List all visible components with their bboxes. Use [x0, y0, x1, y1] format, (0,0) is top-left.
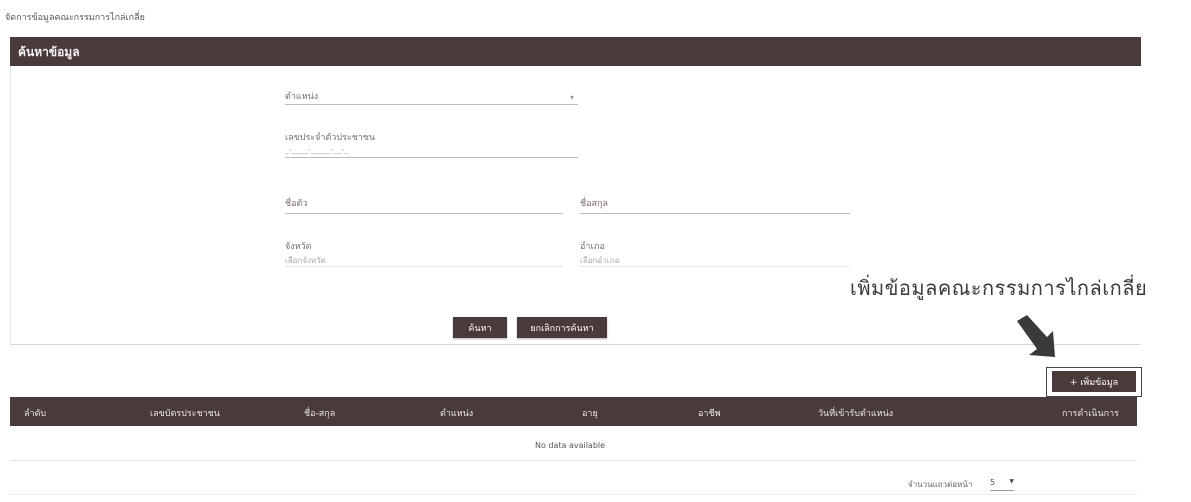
breadcrumb: จัดการข้อมูลคณะกรรมการไกล่เกลี่ย [5, 13, 145, 23]
annotation-text: เพิ่มข้อมูลคณะกรรมการไกล่เกลี่ย [850, 276, 1148, 300]
firstname-label: ชื่อตัว [285, 199, 308, 209]
position-select-underline [285, 104, 578, 105]
column-header-order: ลำดับ [24, 409, 47, 419]
chevron-down-icon: ▾ [569, 93, 574, 102]
arrow-down-right-icon [1017, 315, 1055, 357]
column-header-occupation: อาชีพ [698, 409, 721, 419]
column-header-start-date: วันที่เข้ารับตำแหน่ง [818, 409, 894, 419]
national-id-underline [285, 157, 578, 158]
table-divider [10, 460, 1137, 461]
district-select[interactable]: อำเภอ เลือกอำเภอ [580, 239, 850, 267]
cancel-search-button[interactable]: ยกเลิกการค้นหา [517, 317, 607, 338]
add-data-button[interactable]: + เพิ่มข้อมูล [1052, 371, 1136, 392]
search-panel-header: ค้นหาข้อมูล [10, 37, 1141, 66]
district-underline [580, 266, 850, 267]
column-header-national-id: เลขบัตรประชาชน [150, 409, 220, 419]
lastname-underline [580, 213, 850, 214]
district-label: อำเภอ [580, 242, 605, 252]
table-empty-message: No data available [534, 441, 606, 450]
rows-per-page-label: จำนวนแถวต่อหน้า [908, 480, 973, 489]
national-id-label: เลขประจำตัวประชาชน [285, 133, 376, 143]
search-button[interactable]: ค้นหา [453, 317, 507, 338]
province-label: จังหวัด [285, 242, 312, 252]
national-id-field[interactable]: เลขประจำตัวประชาชน _-____-_____-__-_ [285, 130, 578, 158]
national-id-placeholder: _-____-_____-__-_ [285, 145, 349, 154]
position-select-label: ตำแหน่ง [285, 92, 319, 102]
column-header-name: ชื่อ-สกุล [304, 409, 336, 419]
footer-divider [10, 494, 1137, 495]
add-button-label: + เพิ่มข้อมูล [1069, 377, 1119, 388]
column-header-age: อายุ [582, 409, 598, 419]
search-panel-border [10, 66, 11, 344]
rows-per-page-select[interactable]: 5 ▼ [990, 476, 1014, 491]
table-header: ลำดับ เลขบัตรประชาชน ชื่อ-สกุล ตำแหน่ง อ… [10, 397, 1137, 426]
firstname-underline [285, 213, 563, 214]
search-panel-divider [10, 344, 1141, 345]
column-header-actions: การดำเนินการ [1062, 409, 1119, 419]
province-underline [285, 266, 563, 267]
rows-per-page-value: 5 [990, 478, 996, 487]
province-select[interactable]: จังหวัด เลือกจังหวัด [285, 239, 563, 267]
position-select[interactable]: ตำแหน่ง ▾ [285, 89, 578, 105]
search-panel-title: ค้นหาข้อมูล [18, 45, 80, 59]
firstname-field[interactable]: ชื่อตัว [285, 196, 563, 214]
column-header-position: ตำแหน่ง [440, 409, 474, 419]
lastname-field[interactable]: ชื่อสกุล [580, 196, 850, 214]
page: จัดการข้อมูลคณะกรรมการไกล่เกลี่ย ค้นหาข้… [0, 0, 1191, 502]
chevron-down-icon: ▼ [1009, 478, 1014, 485]
lastname-label: ชื่อสกุล [580, 199, 608, 209]
